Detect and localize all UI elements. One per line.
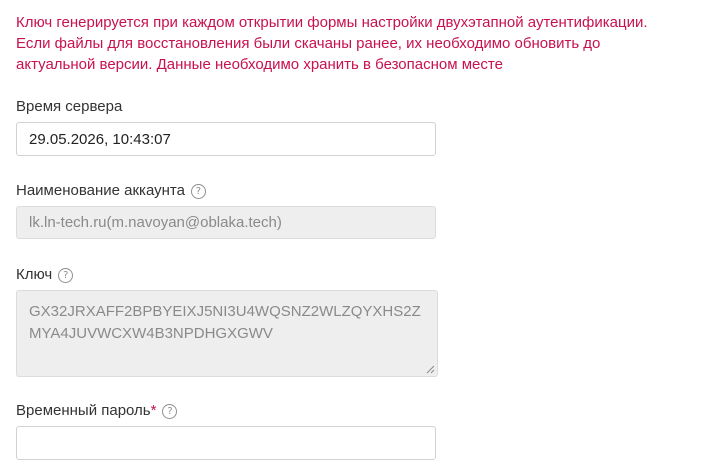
account-name-input bbox=[16, 206, 436, 239]
key-label-text: Ключ bbox=[16, 266, 53, 283]
two-factor-setup-form: Ключ генерируется при каждом открытии фо… bbox=[0, 0, 720, 473]
server-time-input[interactable] bbox=[16, 122, 436, 156]
notice-text: Ключ генерируется при каждом открытии фо… bbox=[16, 14, 648, 73]
account-name-label-text: Наименование аккаунта bbox=[16, 182, 185, 199]
resize-handle-icon[interactable] bbox=[426, 365, 435, 374]
question-circle-icon[interactable]: ? bbox=[162, 403, 178, 419]
key-label: Ключ ? bbox=[16, 265, 74, 285]
temp-password-label-text: Временный пароль bbox=[16, 402, 151, 419]
server-time-label: Время сервера bbox=[16, 97, 122, 117]
account-name-label: Наименование аккаунта ? bbox=[16, 181, 206, 201]
question-circle-icon[interactable]: ? bbox=[58, 267, 74, 283]
required-mark: * bbox=[150, 402, 157, 419]
temp-password-input[interactable] bbox=[16, 426, 436, 460]
question-circle-icon[interactable]: ? bbox=[190, 183, 206, 199]
key-textarea: GX32JRXAFF2BPBYEIXJ5NI3U4WQSNZ2WLZQYXHS2… bbox=[16, 290, 438, 377]
temp-password-label: Временный пароль * ? bbox=[16, 401, 178, 421]
server-time-label-text: Время сервера bbox=[16, 98, 123, 115]
key-value: GX32JRXAFF2BPBYEIXJ5NI3U4WQSNZ2WLZQYXHS2… bbox=[29, 303, 421, 342]
